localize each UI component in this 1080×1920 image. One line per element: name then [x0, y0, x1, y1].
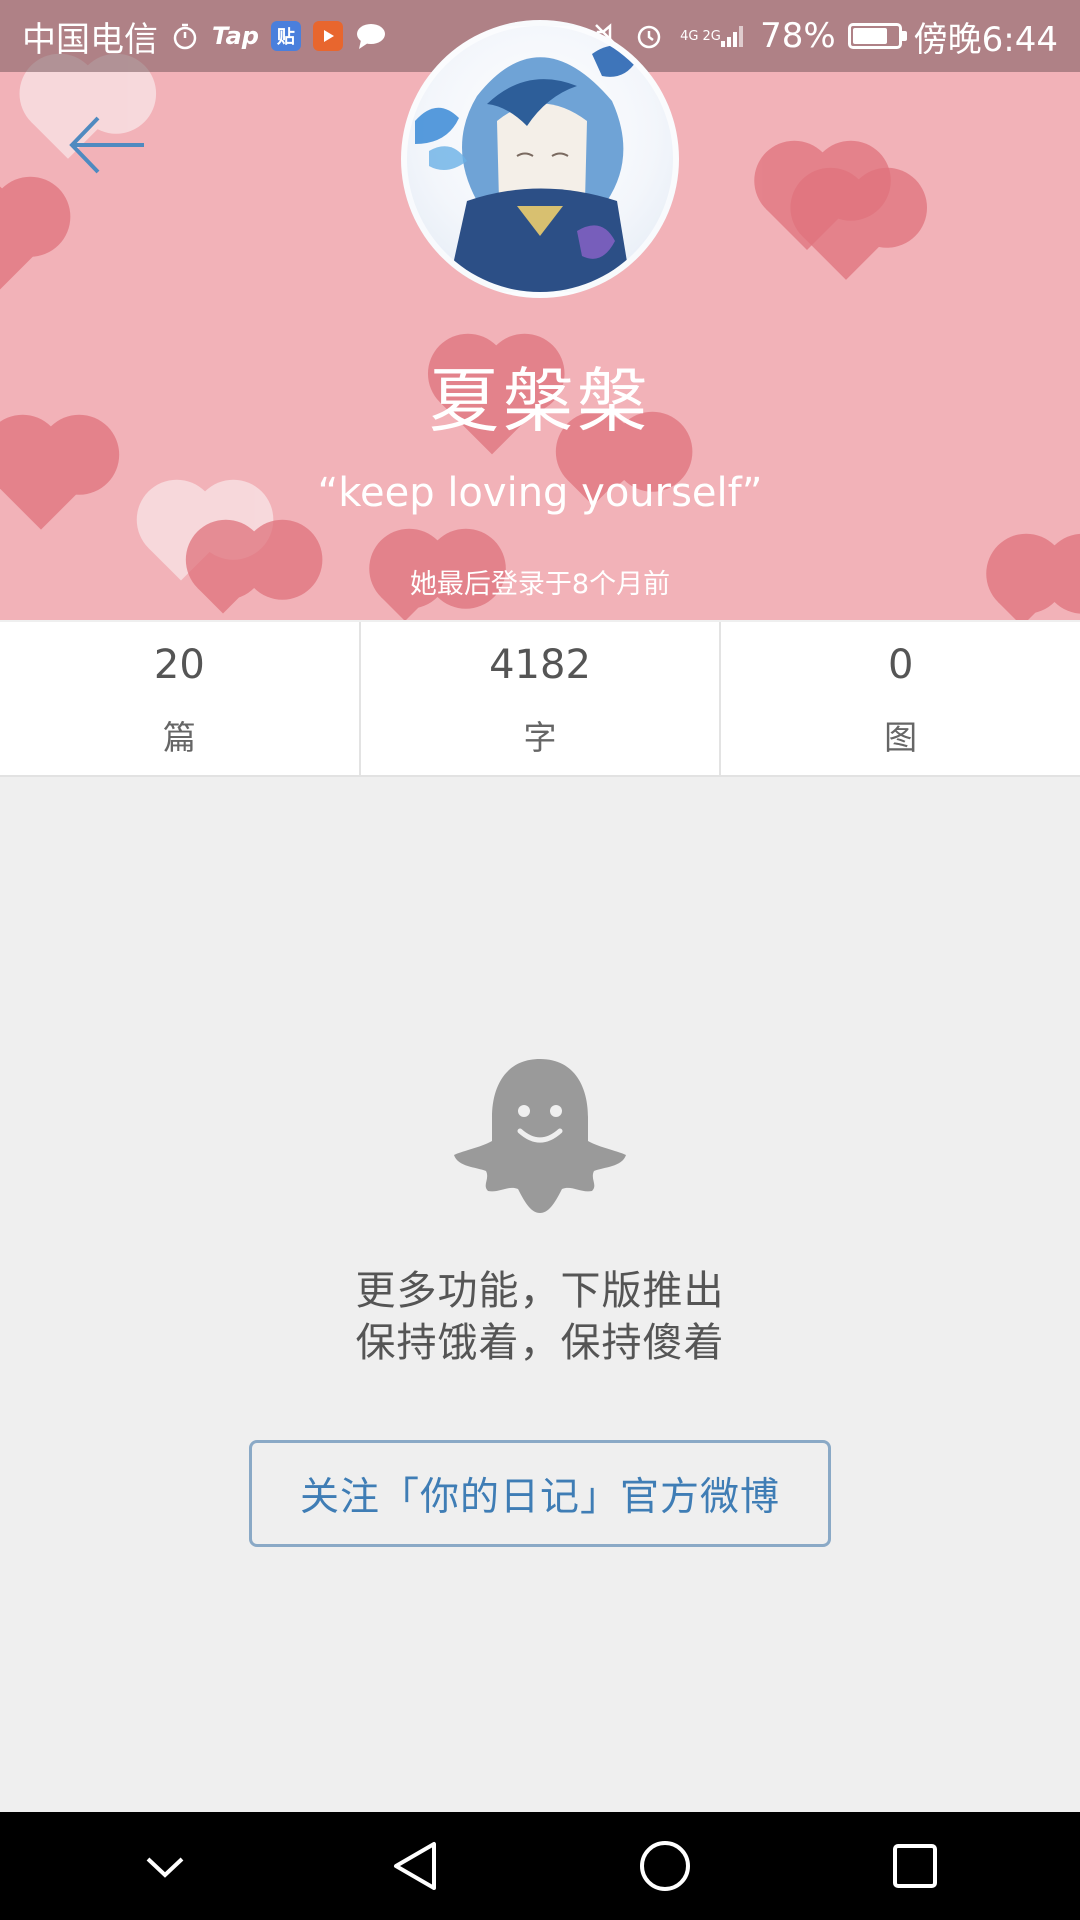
chat-bubble-icon: [355, 19, 387, 53]
battery-icon: [847, 23, 907, 49]
stat-label: 篇: [162, 717, 196, 757]
signal-icon: [718, 19, 748, 53]
empty-state-message: 更多功能，下版推出 保持饿着，保持傻着: [0, 1265, 1080, 1369]
carrier-label: 中国电信: [22, 19, 158, 60]
circle-home-icon: [640, 1841, 690, 1891]
nav-back-button[interactable]: [355, 1816, 475, 1916]
ghost-icon: [452, 1055, 628, 1217]
avatar[interactable]: [401, 20, 679, 298]
stat-value: 0: [887, 641, 914, 688]
network-label: 4G 2G: [680, 28, 721, 44]
stopwatch-icon: [170, 19, 200, 53]
heart-decoration: [802, 192, 890, 280]
clock: 傍晚6:44: [913, 19, 1058, 60]
last-login-status: 她最后登录于8个月前: [409, 569, 671, 600]
stat-label: 图: [884, 717, 918, 757]
battery-percent: 78%: [760, 16, 836, 56]
square-recents-icon: [893, 1844, 937, 1888]
stat-value: 4182: [489, 641, 591, 688]
profile-username: 夏槃槃: [429, 360, 651, 442]
back-button[interactable]: [66, 110, 156, 180]
nav-recents-button[interactable]: [855, 1816, 975, 1916]
chevron-down-icon: [146, 1857, 184, 1878]
back-arrow-icon: [69, 116, 144, 174]
status-bar-left: 中国电信 Tap 贴: [22, 12, 387, 61]
tieba-app-icon: 贴: [270, 21, 301, 51]
tap-app-icon: Tap: [212, 22, 259, 50]
profile-screen: 中国电信 Tap 贴 0K/s 4G 2G: [0, 0, 1080, 1920]
stat-posts[interactable]: 20 篇: [0, 622, 361, 775]
navigation-bar: [0, 1812, 1080, 1920]
triangle-back-icon: [394, 1842, 436, 1890]
stat-label: 字: [523, 717, 557, 757]
battery-fill: [852, 28, 887, 44]
heart-decoration: [0, 195, 45, 295]
video-app-icon: [312, 21, 343, 51]
empty-state-line: 更多功能，下版推出: [355, 1268, 725, 1314]
stats-bar: 20 篇 4182 字 0 图: [0, 622, 1080, 777]
avatar-illustration: [415, 45, 639, 292]
stat-words[interactable]: 4182 字: [361, 622, 722, 775]
alarm-icon: [634, 19, 664, 53]
stat-images[interactable]: 0 图: [721, 622, 1080, 775]
empty-state-line: 保持饿着，保持傻着: [355, 1320, 725, 1366]
profile-signature: “keep loving yourself”: [317, 470, 763, 516]
follow-weibo-button[interactable]: 关注「你的日记」官方微博: [249, 1440, 831, 1547]
nav-home-button[interactable]: [605, 1816, 725, 1916]
nav-collapse-button[interactable]: [105, 1816, 225, 1916]
stat-value: 20: [153, 641, 205, 688]
